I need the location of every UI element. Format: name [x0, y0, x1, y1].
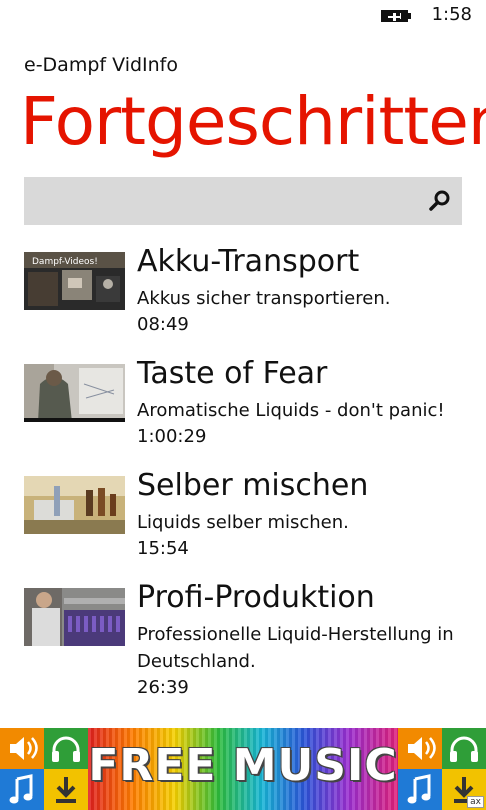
video-thumbnail — [24, 364, 125, 422]
list-item[interactable]: Selber mischen Liquids selber mischen. 1… — [24, 464, 464, 564]
ad-badge: ax — [467, 796, 484, 808]
headphones-icon — [442, 728, 486, 769]
video-duration: 1:00:29 — [137, 426, 207, 447]
list-item[interactable]: Dampf-Videos! Akku-Transport Akkus siche… — [24, 240, 464, 340]
ad-banner[interactable]: FREE MUSIC ax — [0, 728, 486, 810]
battery-charging-icon — [381, 10, 411, 22]
search-input[interactable] — [24, 177, 462, 225]
search-icon[interactable] — [426, 187, 454, 215]
video-title: Akku-Transport — [137, 244, 360, 279]
video-duration: 08:49 — [137, 314, 189, 335]
video-description: Akkus sicher transportieren. — [137, 288, 391, 309]
video-description: Aromatische Liquids - don't panic! — [137, 400, 445, 421]
video-thumbnail — [24, 476, 125, 534]
music-note-icon — [398, 769, 442, 810]
list-item[interactable]: Taste of Fear Aromatische Liquids - don'… — [24, 352, 464, 452]
app-name: e-Dampf VidInfo — [24, 54, 178, 76]
video-duration: 15:54 — [137, 538, 189, 559]
speaker-icon — [0, 728, 44, 769]
ad-text: FREE MUSIC — [88, 740, 398, 791]
status-bar: 1:58 — [0, 0, 486, 32]
clock: 1:58 — [431, 4, 472, 25]
video-thumbnail — [24, 588, 125, 646]
video-title: Profi-Produktion — [137, 580, 375, 615]
page-title: Fortgeschritten — [20, 83, 486, 160]
video-thumbnail: Dampf-Videos! — [24, 252, 125, 310]
download-icon — [44, 769, 88, 810]
list-item[interactable]: Profi-Produktion Professionelle Liquid-H… — [24, 576, 464, 706]
speaker-icon — [398, 728, 442, 769]
video-description: Liquids selber mischen. — [137, 512, 349, 533]
video-duration: 26:39 — [137, 677, 189, 698]
music-note-icon — [0, 769, 44, 810]
video-description: Professionelle Liquid-Herstellung in Deu… — [137, 624, 454, 672]
video-title: Selber mischen — [137, 468, 369, 503]
thumb-caption: Dampf-Videos! — [32, 257, 98, 267]
video-title: Taste of Fear — [137, 356, 328, 391]
headphones-icon — [44, 728, 88, 769]
